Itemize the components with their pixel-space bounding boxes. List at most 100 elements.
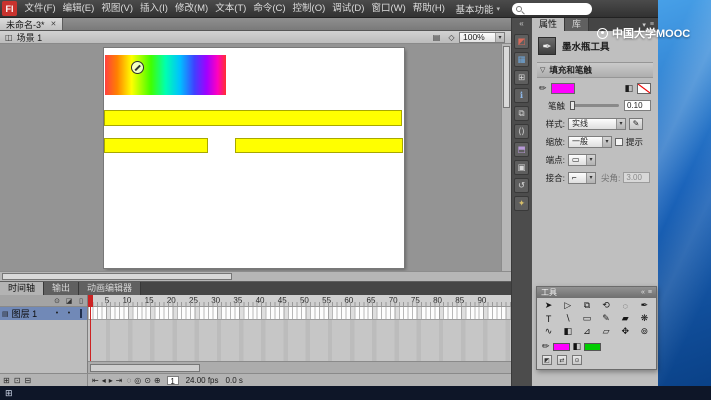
new-folder-button[interactable]: ⊡	[14, 376, 21, 385]
playhead-marker[interactable]	[88, 295, 93, 307]
miter-input[interactable]: 3.00	[623, 172, 650, 183]
hint-checkbox[interactable]	[615, 138, 623, 146]
tool-option-icon[interactable]: ◩	[542, 355, 552, 365]
menu-item[interactable]: 帮助(H)	[409, 0, 448, 18]
scale-select[interactable]: 一般 ▾	[568, 136, 612, 148]
rainbow-gradient-rectangle[interactable]	[105, 55, 226, 95]
next-frame-button[interactable]: ⇥	[116, 376, 123, 385]
edit-stroke-style-button[interactable]: ✎	[629, 118, 643, 130]
panel-icon[interactable]: ℹ	[514, 88, 529, 103]
panel-icon[interactable]: ✦	[514, 196, 529, 211]
tool-option-icon[interactable]: ⇄	[557, 355, 567, 365]
tab-output[interactable]: 输出	[44, 282, 79, 295]
tool-icon[interactable]: ▱	[596, 325, 615, 338]
menu-item[interactable]: 修改(M)	[171, 0, 211, 18]
layer-row[interactable]: ▤ 图层 1 • •	[0, 307, 87, 320]
tab-properties[interactable]: 属性	[532, 18, 565, 31]
tool-icon[interactable]: ❋	[635, 312, 654, 325]
tool-icon[interactable]: ⟲	[596, 299, 615, 312]
tool-icon[interactable]: ▭	[577, 312, 596, 325]
horizontal-scrollbar-thumb[interactable]	[2, 273, 232, 280]
yellow-bar-right[interactable]	[235, 138, 403, 153]
new-layer-button[interactable]: ⊞	[3, 376, 10, 385]
document-tab[interactable]: 未命名-3* ✕	[0, 18, 63, 30]
layer-visible-dot[interactable]: •	[51, 310, 63, 317]
workspace-switcher[interactable]: 基本功能 ▾	[455, 2, 500, 16]
search-box[interactable]	[512, 3, 592, 15]
yellow-bar-full[interactable]	[104, 110, 402, 126]
style-select[interactable]: 实线 ▾	[568, 118, 626, 130]
tool-icon[interactable]: ✒	[635, 299, 654, 312]
play-button[interactable]: ▸	[109, 376, 113, 385]
panel-icon[interactable]: ⟨⟩	[514, 124, 529, 139]
menu-item[interactable]: 视图(V)	[98, 0, 137, 18]
tool-icon[interactable]: ▰	[616, 312, 635, 325]
fill-color-swatch[interactable]	[637, 83, 651, 94]
start-button[interactable]: ⊞	[5, 386, 13, 400]
slider-thumb[interactable]	[570, 101, 575, 110]
tool-icon[interactable]: T	[539, 312, 558, 325]
outline-icon[interactable]: ▯	[75, 297, 87, 305]
delete-layer-button[interactable]: ⊟	[24, 376, 31, 385]
tool-icon[interactable]: ✎	[596, 312, 615, 325]
menu-item[interactable]: 插入(I)	[136, 0, 171, 18]
tool-option-icon[interactable]: ⊙	[572, 355, 582, 365]
tools-panel-titlebar[interactable]: 工具 « ≡	[537, 287, 656, 298]
layer-outline-swatch[interactable]	[75, 310, 87, 317]
tool-icon[interactable]: ◌	[616, 299, 635, 312]
menu-item[interactable]: 编辑(E)	[59, 0, 98, 18]
prev-frame-button[interactable]: ◂	[102, 376, 106, 385]
tool-icon[interactable]: ⊿	[577, 325, 596, 338]
onion-skin-icon[interactable]: ◌	[126, 376, 131, 385]
edit-multiple-frames-icon[interactable]: ⊙	[144, 376, 151, 385]
first-frame-button[interactable]: ⇤	[92, 376, 99, 385]
panel-icon[interactable]: ▦	[514, 52, 529, 67]
cap-select[interactable]: ▭ ▾	[568, 154, 596, 166]
horizontal-scrollbar[interactable]	[0, 271, 511, 281]
frames-scrollbar-thumb[interactable]	[90, 364, 200, 372]
panel-menu-icon[interactable]: ≡	[648, 289, 652, 296]
stage-canvas[interactable]	[104, 48, 404, 268]
show-hide-icon[interactable]: ⊙	[51, 297, 63, 305]
tab-library[interactable]: 库	[565, 18, 589, 31]
tool-icon[interactable]: ∿	[539, 325, 558, 338]
panel-icon[interactable]: ↺	[514, 178, 529, 193]
yellow-bar-left[interactable]	[104, 138, 208, 153]
lock-icon[interactable]: ◪	[63, 297, 75, 305]
layer-frames-row[interactable]	[88, 307, 511, 320]
panel-icon[interactable]: ⊞	[514, 70, 529, 85]
tool-icon[interactable]: ⊚	[635, 325, 654, 338]
modify-markers-icon[interactable]: ⊕	[154, 376, 161, 385]
vertical-scrollbar[interactable]	[501, 44, 511, 271]
close-icon[interactable]: ✕	[51, 20, 57, 28]
fill-color-swatch[interactable]	[584, 343, 601, 351]
stroke-weight-slider[interactable]	[570, 104, 619, 107]
frame-ruler[interactable]: 51015202530354045505560657075808590	[88, 295, 511, 307]
menu-item[interactable]: 调试(D)	[329, 0, 368, 18]
edit-scene-icon[interactable]: ▤	[430, 33, 443, 42]
stroke-color-swatch[interactable]	[551, 83, 575, 94]
tool-icon[interactable]: ⧉	[577, 299, 596, 312]
tab-timeline[interactable]: 时间轴	[0, 282, 44, 295]
menu-item[interactable]: 命令(C)	[250, 0, 289, 18]
join-select[interactable]: ⌐ ▾	[568, 172, 596, 184]
menu-item[interactable]: 控制(O)	[289, 0, 329, 18]
tool-icon[interactable]: ◧	[558, 325, 577, 338]
stroke-weight-input[interactable]: 0.10	[624, 100, 651, 111]
menu-item[interactable]: 文本(T)	[212, 0, 250, 18]
fill-stroke-section-header[interactable]: ▽ 填充和笔触	[537, 62, 653, 78]
zoom-select[interactable]: 100% ▾	[459, 32, 505, 43]
expand-panels-icon[interactable]: «	[519, 18, 523, 30]
stroke-color-swatch[interactable]	[553, 343, 570, 351]
panel-icon[interactable]: ⧉	[514, 106, 529, 121]
tool-icon[interactable]: ▷	[558, 299, 577, 312]
tool-icon[interactable]: ∖	[558, 312, 577, 325]
tab-motion-editor[interactable]: 动画编辑器	[79, 282, 141, 295]
scene-breadcrumb[interactable]: 场景 1	[17, 31, 43, 44]
vertical-scrollbar-thumb[interactable]	[503, 46, 510, 108]
tool-icon[interactable]: ✥	[616, 325, 635, 338]
onion-outline-icon[interactable]: ◎	[134, 376, 141, 385]
panel-icon[interactable]: ▣	[514, 160, 529, 175]
menu-item[interactable]: 文件(F)	[21, 0, 59, 18]
panel-icon[interactable]: ◩	[514, 34, 529, 49]
